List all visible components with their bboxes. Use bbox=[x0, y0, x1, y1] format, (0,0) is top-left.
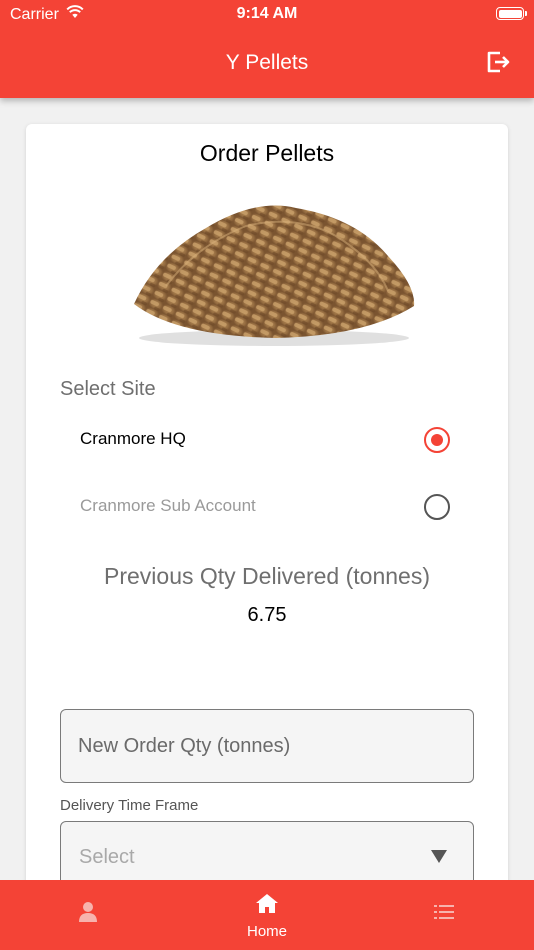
tab-home[interactable]: Home bbox=[207, 880, 327, 950]
radio-unselected-icon[interactable] bbox=[424, 494, 450, 520]
tab-list[interactable] bbox=[384, 880, 504, 950]
select-site-label: Select Site bbox=[60, 378, 156, 400]
page-title: Y Pellets bbox=[225, 51, 309, 74]
delivery-select-value: Select bbox=[79, 846, 135, 868]
app-header: Carrier 9:14 AM Y Pellets bbox=[0, 0, 534, 98]
person-icon bbox=[79, 902, 97, 922]
logout-icon[interactable] bbox=[484, 48, 512, 76]
status-bar: Carrier 9:14 AM bbox=[0, 0, 534, 28]
site-option-label: Cranmore Sub Account bbox=[80, 496, 256, 515]
dropdown-caret-icon bbox=[431, 850, 447, 863]
tab-profile[interactable] bbox=[28, 880, 148, 950]
status-time: 9:14 AM bbox=[236, 5, 298, 22]
card-title: Order Pellets bbox=[199, 140, 335, 166]
site-option-cranmore-sub-account[interactable]: Cranmore Sub Account bbox=[80, 487, 450, 527]
previous-qty-value: 6.75 bbox=[247, 604, 287, 626]
site-option-cranmore-hq[interactable]: Cranmore HQ bbox=[80, 420, 450, 460]
tab-label: Home bbox=[246, 923, 287, 940]
order-card: Order Pellets Select Site Cranmore HQ Cr… bbox=[26, 124, 508, 904]
battery-icon bbox=[496, 7, 527, 20]
bottom-tab-bar: Home bbox=[0, 880, 534, 950]
site-option-label: Cranmore HQ bbox=[80, 429, 186, 448]
delivery-time-frame-label: Delivery Time Frame bbox=[60, 797, 199, 814]
new-order-qty-input[interactable] bbox=[60, 709, 474, 783]
home-icon bbox=[256, 894, 278, 913]
wood-pellets-image bbox=[134, 205, 415, 346]
list-icon bbox=[434, 905, 454, 919]
previous-qty-heading: Previous Qty Delivered (tonnes) bbox=[104, 563, 430, 589]
radio-selected-icon[interactable] bbox=[424, 427, 450, 453]
